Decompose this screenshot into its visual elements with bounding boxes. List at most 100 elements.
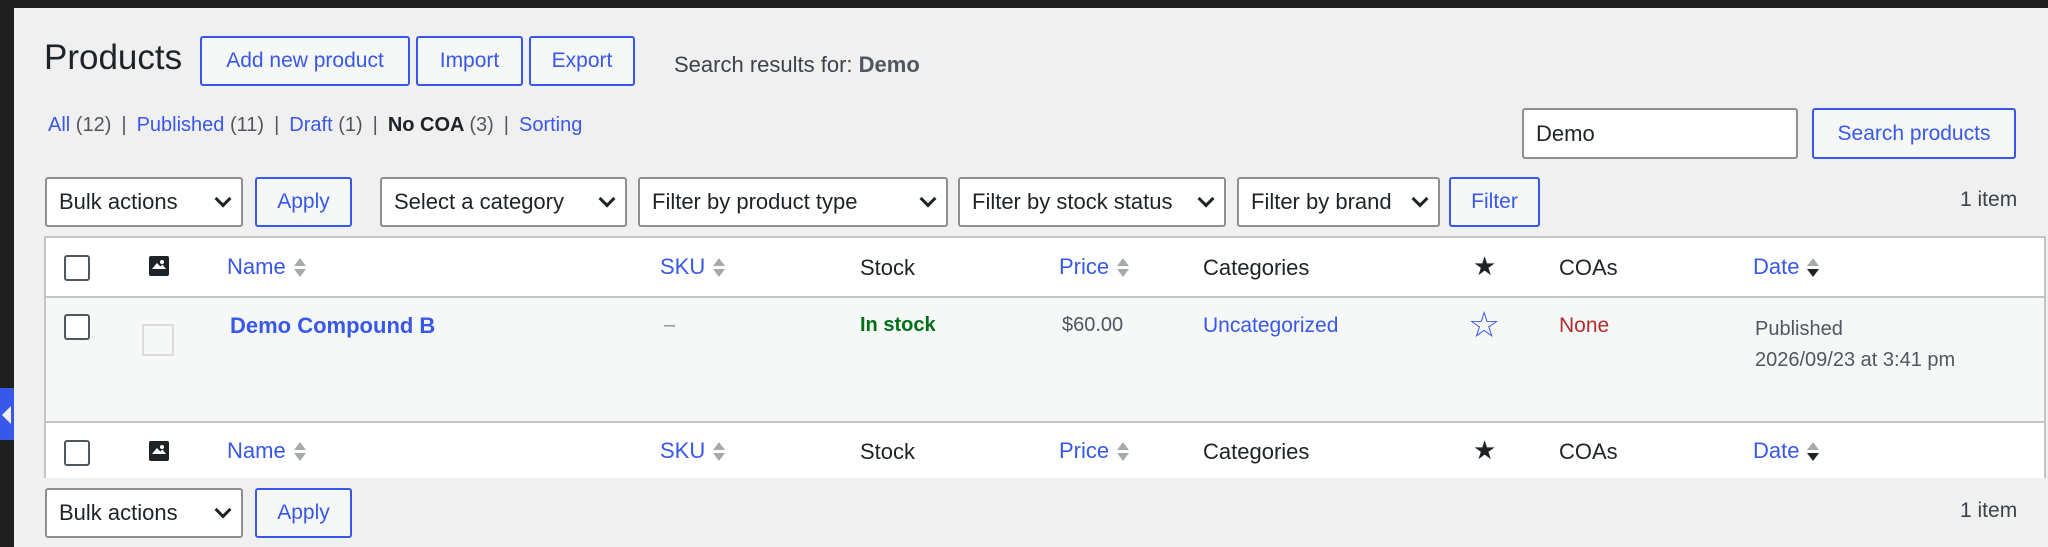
import-button[interactable]: Import xyxy=(416,36,523,86)
column-date-sort-footer[interactable]: Date xyxy=(1753,438,1820,464)
product-type-select[interactable]: Filter by product type xyxy=(638,177,948,227)
column-name-sort-footer[interactable]: Name xyxy=(227,438,306,464)
view-sorting-label: Sorting xyxy=(518,114,583,136)
product-category-link[interactable]: Uncategorized xyxy=(1203,314,1338,338)
chevron-down-icon xyxy=(214,501,232,519)
view-all-label: All xyxy=(48,114,71,136)
column-categories-footer: Categories xyxy=(1203,439,1310,464)
date-value: 2026/09/23 at 3:41 pm xyxy=(1755,349,1956,371)
view-all[interactable]: All (12) xyxy=(48,114,111,137)
sort-icon xyxy=(293,441,306,461)
select-all-checkbox[interactable] xyxy=(64,255,90,281)
admin-menu-collapse-tab[interactable] xyxy=(0,388,14,440)
brand-select[interactable]: Filter by brand xyxy=(1237,177,1440,227)
separator: | xyxy=(121,114,127,136)
brand-select-label: Filter by brand xyxy=(1251,189,1392,214)
separator: | xyxy=(503,114,509,136)
product-type-select-label: Filter by product type xyxy=(652,189,858,214)
column-price-label: Price xyxy=(1059,254,1110,279)
row-checkbox[interactable] xyxy=(64,314,90,340)
products-table: Name SKU Stock Price Categories ★ COAs D… xyxy=(44,236,2046,478)
apply-button-bottom[interactable]: Apply xyxy=(255,488,352,538)
items-count-bottom: 1 item xyxy=(1960,499,2018,522)
category-select-label: Select a category xyxy=(394,189,564,214)
column-categories: Categories xyxy=(1203,255,1310,280)
column-price-label: Price xyxy=(1059,438,1110,463)
products-page: Products Add new product Import Export S… xyxy=(14,8,2048,547)
view-all-count: (12) xyxy=(75,114,112,136)
view-sorting[interactable]: Sorting xyxy=(519,114,582,137)
view-published[interactable]: Published (11) xyxy=(137,114,265,137)
separator: | xyxy=(274,114,280,136)
column-sku-sort[interactable]: SKU xyxy=(660,254,726,280)
export-button[interactable]: Export xyxy=(529,36,635,86)
coa-status: None xyxy=(1559,314,1610,337)
table-header-row: Name SKU Stock Price Categories ★ COAs D… xyxy=(46,238,2044,296)
table-row: Demo Compound B – In stock $60.00 Uncate… xyxy=(46,296,2044,421)
column-price-sort[interactable]: Price xyxy=(1059,254,1130,280)
chevron-down-icon xyxy=(214,190,232,208)
bulk-actions-select-bottom[interactable]: Bulk actions xyxy=(45,488,243,538)
product-date: Published 2026/09/23 at 3:41 pm xyxy=(1755,314,1955,376)
sort-icon xyxy=(713,257,726,277)
column-sku-label: SKU xyxy=(660,254,706,279)
column-stock-footer: Stock xyxy=(860,439,916,464)
column-coas-footer: COAs xyxy=(1559,439,1618,464)
stock-status-badge: In stock xyxy=(860,314,936,336)
search-term: Demo xyxy=(858,52,920,77)
sort-icon xyxy=(1117,257,1130,277)
column-stock: Stock xyxy=(860,255,916,280)
view-draft-count: (1) xyxy=(338,114,363,136)
status-views: All (12) | Published (11) | Draft (1) | … xyxy=(48,114,582,137)
product-search-input[interactable] xyxy=(1522,108,1798,159)
view-published-label: Published xyxy=(136,114,225,136)
column-price-sort-footer[interactable]: Price xyxy=(1059,438,1130,464)
add-new-product-button[interactable]: Add new product xyxy=(200,36,410,86)
filter-button[interactable]: Filter xyxy=(1449,177,1540,227)
sort-icon xyxy=(713,441,726,461)
date-status: Published xyxy=(1755,318,1843,340)
column-name-sort[interactable]: Name xyxy=(227,254,306,280)
apply-button-top[interactable]: Apply xyxy=(255,177,352,227)
bulk-actions-label: Bulk actions xyxy=(59,500,178,525)
product-thumbnail-placeholder[interactable] xyxy=(142,324,174,356)
items-count-top: 1 item xyxy=(1960,188,2018,211)
sort-desc-icon xyxy=(1807,257,1820,277)
bulk-actions-label: Bulk actions xyxy=(59,189,178,214)
table-footer-row: Name SKU Stock Price Categories ★ COAs D… xyxy=(46,421,2044,478)
chevron-down-icon xyxy=(1197,190,1215,208)
column-date-label: Date xyxy=(1753,254,1800,279)
column-name-label: Name xyxy=(227,438,286,463)
select-all-checkbox-footer[interactable] xyxy=(64,440,90,466)
category-select[interactable]: Select a category xyxy=(380,177,627,227)
image-column-icon xyxy=(149,441,169,461)
view-no-coa[interactable]: No COA (3) xyxy=(388,114,494,137)
column-sku-label: SKU xyxy=(660,438,706,463)
product-name-link[interactable]: Demo Compound B xyxy=(230,313,435,339)
sort-icon xyxy=(1117,441,1130,461)
view-draft-label: Draft xyxy=(289,114,333,136)
column-date-label: Date xyxy=(1753,438,1800,463)
column-coas: COAs xyxy=(1559,255,1618,280)
product-price: $60.00 xyxy=(1062,314,1124,336)
view-draft[interactable]: Draft (1) xyxy=(289,114,362,137)
bulk-actions-select-top[interactable]: Bulk actions xyxy=(45,177,243,227)
search-products-button[interactable]: Search products xyxy=(1812,108,2016,159)
stock-status-select-label: Filter by stock status xyxy=(972,189,1173,214)
chevron-down-icon xyxy=(1411,190,1429,208)
column-sku-sort-footer[interactable]: SKU xyxy=(660,438,726,464)
sort-desc-icon xyxy=(1807,441,1820,461)
featured-toggle-star-icon[interactable]: ☆ xyxy=(1468,304,1500,346)
column-date-sort[interactable]: Date xyxy=(1753,254,1820,280)
chevron-down-icon xyxy=(919,190,937,208)
view-published-count: (11) xyxy=(229,114,265,136)
separator: | xyxy=(372,114,378,136)
featured-star-icon: ★ xyxy=(1473,435,1497,465)
view-no-coa-count: (3) xyxy=(469,114,494,136)
view-no-coa-label: No COA xyxy=(387,114,464,136)
featured-star-icon: ★ xyxy=(1473,251,1497,281)
product-sku: – xyxy=(664,314,676,336)
stock-status-select[interactable]: Filter by stock status xyxy=(958,177,1226,227)
page-title: Products xyxy=(44,38,183,77)
search-results-label: Search results for: Demo xyxy=(674,52,920,78)
